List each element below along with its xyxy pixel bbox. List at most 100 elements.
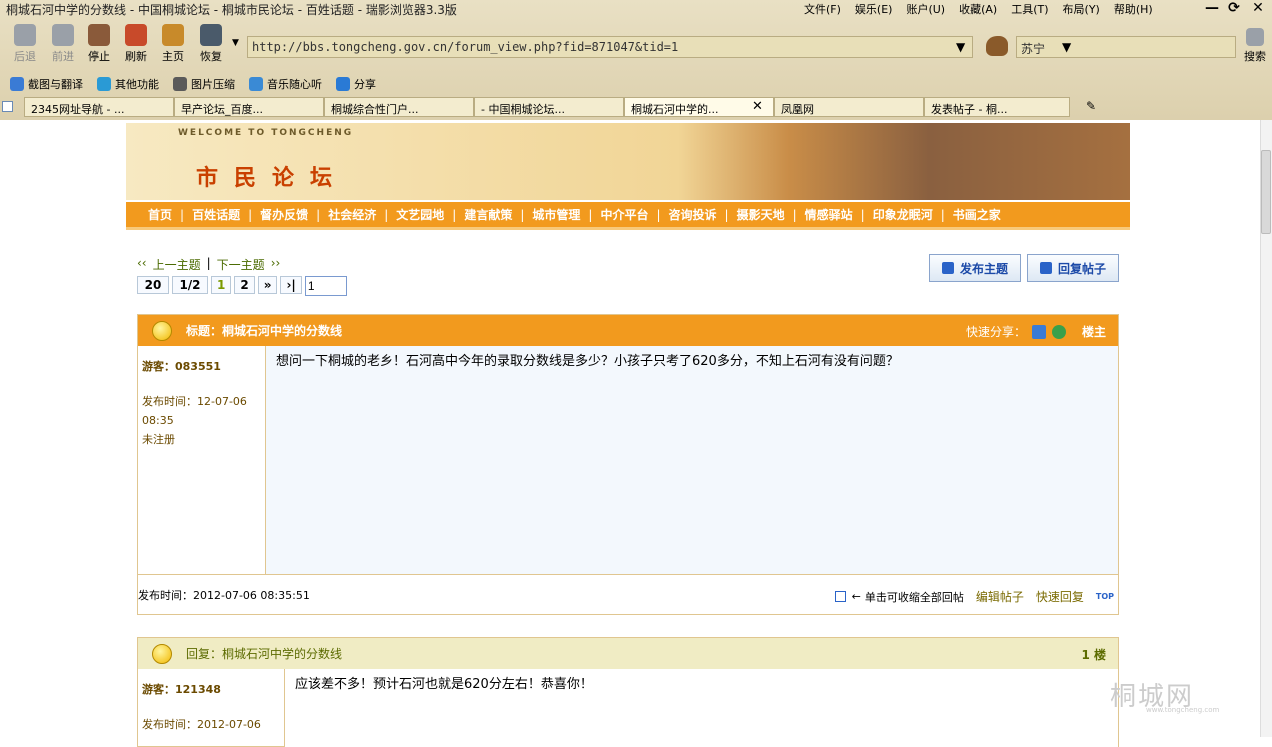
restore-button[interactable]: 恢复	[194, 24, 228, 64]
post-op-body: 游客：083551 发布时间：12-07-06 08:35 未注册 想问一下桐城…	[138, 346, 1118, 574]
tab-china-tongcheng[interactable]: - 中国桐城论坛...	[474, 97, 624, 117]
prev-topic-link[interactable]: 上一主题	[153, 256, 201, 273]
minimize-button[interactable]: —	[1204, 0, 1220, 16]
post-op-content: 想问一下桐城的老乡！石河高中今年的录取分数线是多少？小孩子只考了620多分，不知…	[266, 346, 1118, 574]
search-button[interactable]: 搜索	[1242, 28, 1268, 64]
new-topic-button[interactable]: 发布主题	[929, 254, 1021, 282]
watermark-url: www.tongcheng.com	[1146, 706, 1220, 714]
collapse-checkbox[interactable]	[834, 591, 846, 602]
title-bar: 桐城石河中学的分数线 - 中国桐城论坛 - 桐城市民论坛 - 百姓话题 - 瑞影…	[0, 0, 1272, 18]
link-music[interactable]: 音乐随心听	[249, 76, 322, 92]
image-icon	[173, 77, 187, 91]
menu-favorites[interactable]: 收藏(A)	[959, 1, 997, 17]
tab-tongcheng-portal[interactable]: 桐城综合性门户...	[324, 97, 474, 117]
post-op-header-right: 快速分享： 楼主	[966, 323, 1106, 340]
close-window-button[interactable]: ✕	[1250, 0, 1266, 16]
search-engine-dropdown-icon[interactable]: ▼	[1062, 40, 1071, 54]
quick-share-label: 快速分享：	[965, 325, 1026, 339]
refresh-icon	[125, 24, 147, 46]
tools-icon	[97, 77, 111, 91]
nav-economy[interactable]: 社会经济	[328, 206, 376, 223]
nav-topics[interactable]: 百姓话题	[192, 206, 240, 223]
next-topic-link[interactable]: 下一主题	[217, 256, 265, 273]
pager-page-2[interactable]: 2	[234, 276, 255, 294]
restore-dropdown-icon[interactable]: ▼	[232, 38, 239, 48]
quick-reply-link[interactable]: 快速回复	[1036, 588, 1084, 605]
post-reply-1: 回复：桐城石河中学的分数线 1 楼 游客：121348 发布时间：2012-07…	[137, 637, 1119, 747]
address-bar[interactable]: http://bbs.tongcheng.gov.cn/forum_view.p…	[247, 36, 973, 58]
search-engine-field[interactable]: 苏宁	[1016, 36, 1236, 58]
menu-entertainment[interactable]: 娱乐(E)	[855, 1, 893, 17]
tab-2345[interactable]: 2345网址导航 - ...	[24, 97, 174, 117]
nav-photo[interactable]: 摄影天地	[737, 206, 785, 223]
horse-icon[interactable]	[986, 36, 1008, 56]
forward-button[interactable]: 前进	[46, 24, 80, 64]
menu-bar: 文件(F) 娱乐(E) 账户(U) 收藏(A) 工具(T) 布局(Y) 帮助(H…	[804, 1, 1153, 17]
post-op-author-panel: 游客：083551 发布时间：12-07-06 08:35 未注册	[138, 346, 266, 574]
link-other-functions[interactable]: 其他功能	[97, 76, 159, 92]
reply-button[interactable]: 回复帖子	[1027, 254, 1119, 282]
nav-calligraphy[interactable]: 书画之家	[953, 206, 1001, 223]
clover-icon[interactable]	[1051, 324, 1066, 339]
restore-window-button[interactable]: ⟳	[1226, 0, 1242, 16]
post-reply-author-panel: 游客：121348 发布时间：2012-07-06	[138, 669, 285, 747]
post-op-footer: 发布时间：2012-07-06 08:35:51 ← 单击可收缩全部回帖 编辑帖…	[138, 574, 1118, 614]
post-op-title: 标题：桐城石河中学的分数线	[186, 324, 343, 338]
prev-arrow: ‹‹	[137, 256, 147, 270]
post-op-status: 未注册	[142, 433, 175, 446]
top-icon[interactable]: TOP	[1096, 592, 1114, 601]
nav-longmian[interactable]: 印象龙眠河	[873, 206, 933, 223]
share-star-icon[interactable]	[1031, 324, 1046, 339]
link-share[interactable]: 分享	[336, 76, 376, 92]
menu-file[interactable]: 文件(F)	[804, 1, 841, 17]
restore-label: 恢复	[200, 50, 222, 63]
post-reply-content: 应该差不多！预计石河也就是620分左右！恭喜你！	[285, 669, 1118, 747]
window-title: 桐城石河中学的分数线 - 中国桐城论坛 - 桐城市民论坛 - 百姓话题 - 瑞影…	[6, 3, 457, 17]
link-image-compress[interactable]: 图片压缩	[173, 76, 235, 92]
restore-icon	[200, 24, 222, 46]
edit-post-link[interactable]: 编辑帖子	[976, 588, 1024, 605]
menu-account[interactable]: 账户(U)	[906, 1, 945, 17]
new-tab-icon[interactable]: ✎	[1086, 99, 1096, 113]
forum-nav: 首页 | 百姓话题 | 督办反馈 | 社会经济 | 文艺园地 | 建言献策 | 城市管理 | …	[126, 202, 1130, 230]
music-icon	[249, 77, 263, 91]
nav-arts[interactable]: 文艺园地	[396, 206, 444, 223]
home-button[interactable]: 主页	[156, 24, 190, 64]
topic-navigation: ‹‹ 上一主题 | 下一主题 ››	[137, 256, 280, 273]
pagination: 20 1/2 1 2 » ›|	[137, 276, 347, 296]
home-icon	[162, 24, 184, 46]
post-op-header: 标题：桐城石河中学的分数线 快速分享： 楼主	[138, 315, 1118, 346]
post-reply-title: 回复：桐城石河中学的分数线	[186, 647, 343, 661]
menu-tools[interactable]: 工具(T)	[1011, 1, 1048, 17]
topic-divider: |	[206, 256, 211, 270]
nav-agency[interactable]: 中介平台	[600, 206, 648, 223]
menu-help[interactable]: 帮助(H)	[1114, 1, 1153, 17]
pager-next[interactable]: »	[257, 276, 278, 294]
pager-last[interactable]: ›|	[280, 276, 302, 294]
tab-zaochan[interactable]: 早产论坛_百度...	[174, 97, 324, 117]
refresh-button[interactable]: 刷新	[119, 24, 153, 64]
collapse-arrow: ←	[851, 590, 861, 603]
tab-new-post[interactable]: 发表帖子 - 桐...	[924, 97, 1070, 117]
forum-name: 市民论坛	[196, 166, 349, 191]
nav-city[interactable]: 城市管理	[532, 206, 580, 223]
home-label: 主页	[162, 50, 184, 63]
tab-ifeng[interactable]: 凤凰网	[774, 97, 924, 117]
scrollbar-thumb[interactable]	[1261, 150, 1271, 234]
stop-button[interactable]: 停止	[82, 24, 116, 64]
back-button[interactable]: 后退	[8, 24, 42, 64]
pager-jump-input[interactable]	[304, 276, 347, 296]
nav-feedback[interactable]: 督办反馈	[260, 206, 308, 223]
nav-emotion[interactable]: 情感驿站	[805, 206, 853, 223]
nav-home[interactable]: 首页	[148, 206, 172, 223]
address-dropdown-icon[interactable]: ▼	[956, 40, 965, 54]
search-icon	[1246, 28, 1264, 46]
menu-layout[interactable]: 布局(Y)	[1063, 1, 1100, 17]
tab-checkbox[interactable]	[2, 101, 13, 112]
floor-label: 楼主	[1081, 325, 1106, 339]
link-screenshot-translate[interactable]: 截图与翻译	[10, 76, 83, 92]
nav-advice[interactable]: 建言献策	[464, 206, 512, 223]
search-label: 搜索	[1244, 50, 1266, 63]
nav-complaints[interactable]: 咨询投诉	[669, 206, 717, 223]
tab-close-icon[interactable]: ✕	[752, 99, 763, 114]
